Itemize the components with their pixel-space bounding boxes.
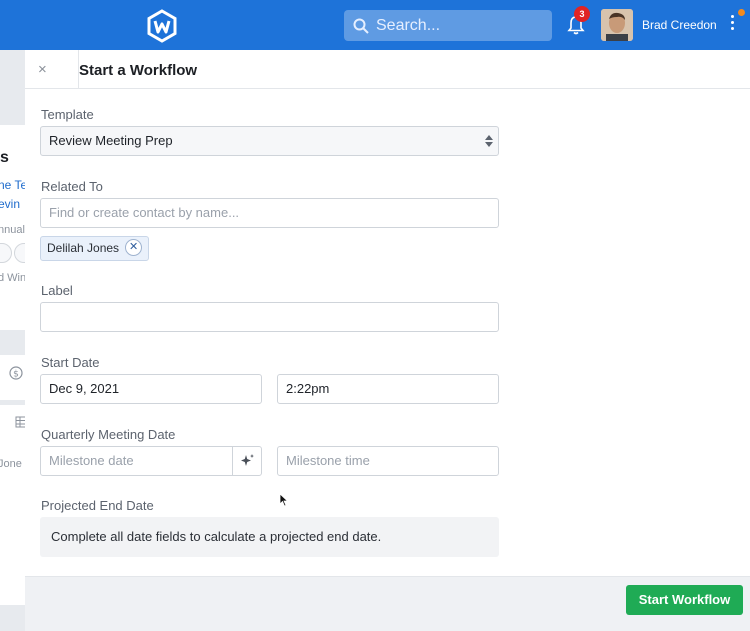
remove-tag-icon[interactable]: ✕ (125, 239, 143, 257)
grid-icon (15, 416, 25, 428)
label-field-label: Label (41, 283, 73, 298)
search-icon (353, 18, 369, 34)
start-date-value: Dec 9, 2021 (49, 381, 120, 396)
notification-badge: 3 (574, 6, 590, 22)
quarterly-meeting-label: Quarterly Meeting Date (41, 427, 176, 442)
status-dot (738, 9, 745, 16)
user-name[interactable]: Brad Creedon (642, 18, 717, 32)
svg-text:$: $ (13, 370, 19, 380)
contact-tag-label: Delilah Jones (47, 241, 120, 255)
background-heading: s (0, 149, 9, 166)
start-workflow-button[interactable]: Start Workflow (626, 585, 743, 615)
dollar-icon: $ (9, 366, 23, 380)
select-arrows-icon (485, 135, 493, 147)
panel-title: Start a Workflow (79, 62, 198, 79)
start-time-input[interactable]: 2:22pm (277, 374, 499, 404)
background-text: d Win (0, 272, 25, 284)
projected-end-date-label: Projected End Date (41, 498, 154, 513)
milestone-time-placeholder: Milestone time (286, 453, 370, 468)
start-date-input[interactable]: Dec 9, 2021 (40, 374, 262, 404)
template-value: Review Meeting Prep (49, 133, 173, 148)
panel-footer: Start Workflow (25, 576, 750, 631)
panel-header: × Start a Workflow (25, 50, 750, 89)
template-select[interactable]: Review Meeting Prep (40, 126, 499, 156)
search-placeholder: Search... (376, 17, 441, 34)
background-link: ne Te (0, 178, 25, 192)
start-time-value: 2:22pm (286, 381, 330, 396)
top-bar: Search... 3 Brad Creedon (0, 0, 750, 50)
projected-end-date-info: Complete all date fields to calculate a … (40, 517, 499, 557)
mouse-cursor-icon (279, 493, 289, 507)
background-text: Jone (0, 458, 22, 470)
milestone-date-placeholder: Milestone date (49, 453, 134, 468)
sparkle-icon (241, 454, 254, 466)
background-page: s ne Te evin nnual d Win $ Jone (0, 50, 25, 631)
start-workflow-panel: × Start a Workflow Template Review Meeti… (25, 50, 750, 631)
related-to-input[interactable]: Find or create contact by name... (40, 198, 499, 228)
related-to-placeholder: Find or create contact by name... (49, 205, 240, 220)
search-input[interactable]: Search... (344, 10, 552, 41)
auto-fill-button[interactable] (232, 446, 262, 476)
close-icon[interactable]: × (38, 61, 47, 78)
avatar[interactable] (601, 9, 633, 41)
app-logo-icon[interactable] (145, 9, 179, 43)
start-date-label: Start Date (41, 355, 100, 370)
more-options-icon[interactable] (728, 15, 736, 37)
contact-tag: Delilah Jones ✕ (40, 236, 150, 261)
background-link: evin (0, 197, 21, 211)
background-text: nnual (0, 224, 25, 236)
label-input[interactable] (40, 302, 499, 332)
template-label: Template (41, 107, 94, 122)
milestone-date-input[interactable]: Milestone date (40, 446, 262, 476)
related-to-label: Related To (41, 179, 103, 194)
milestone-time-input[interactable]: Milestone time (277, 446, 499, 476)
